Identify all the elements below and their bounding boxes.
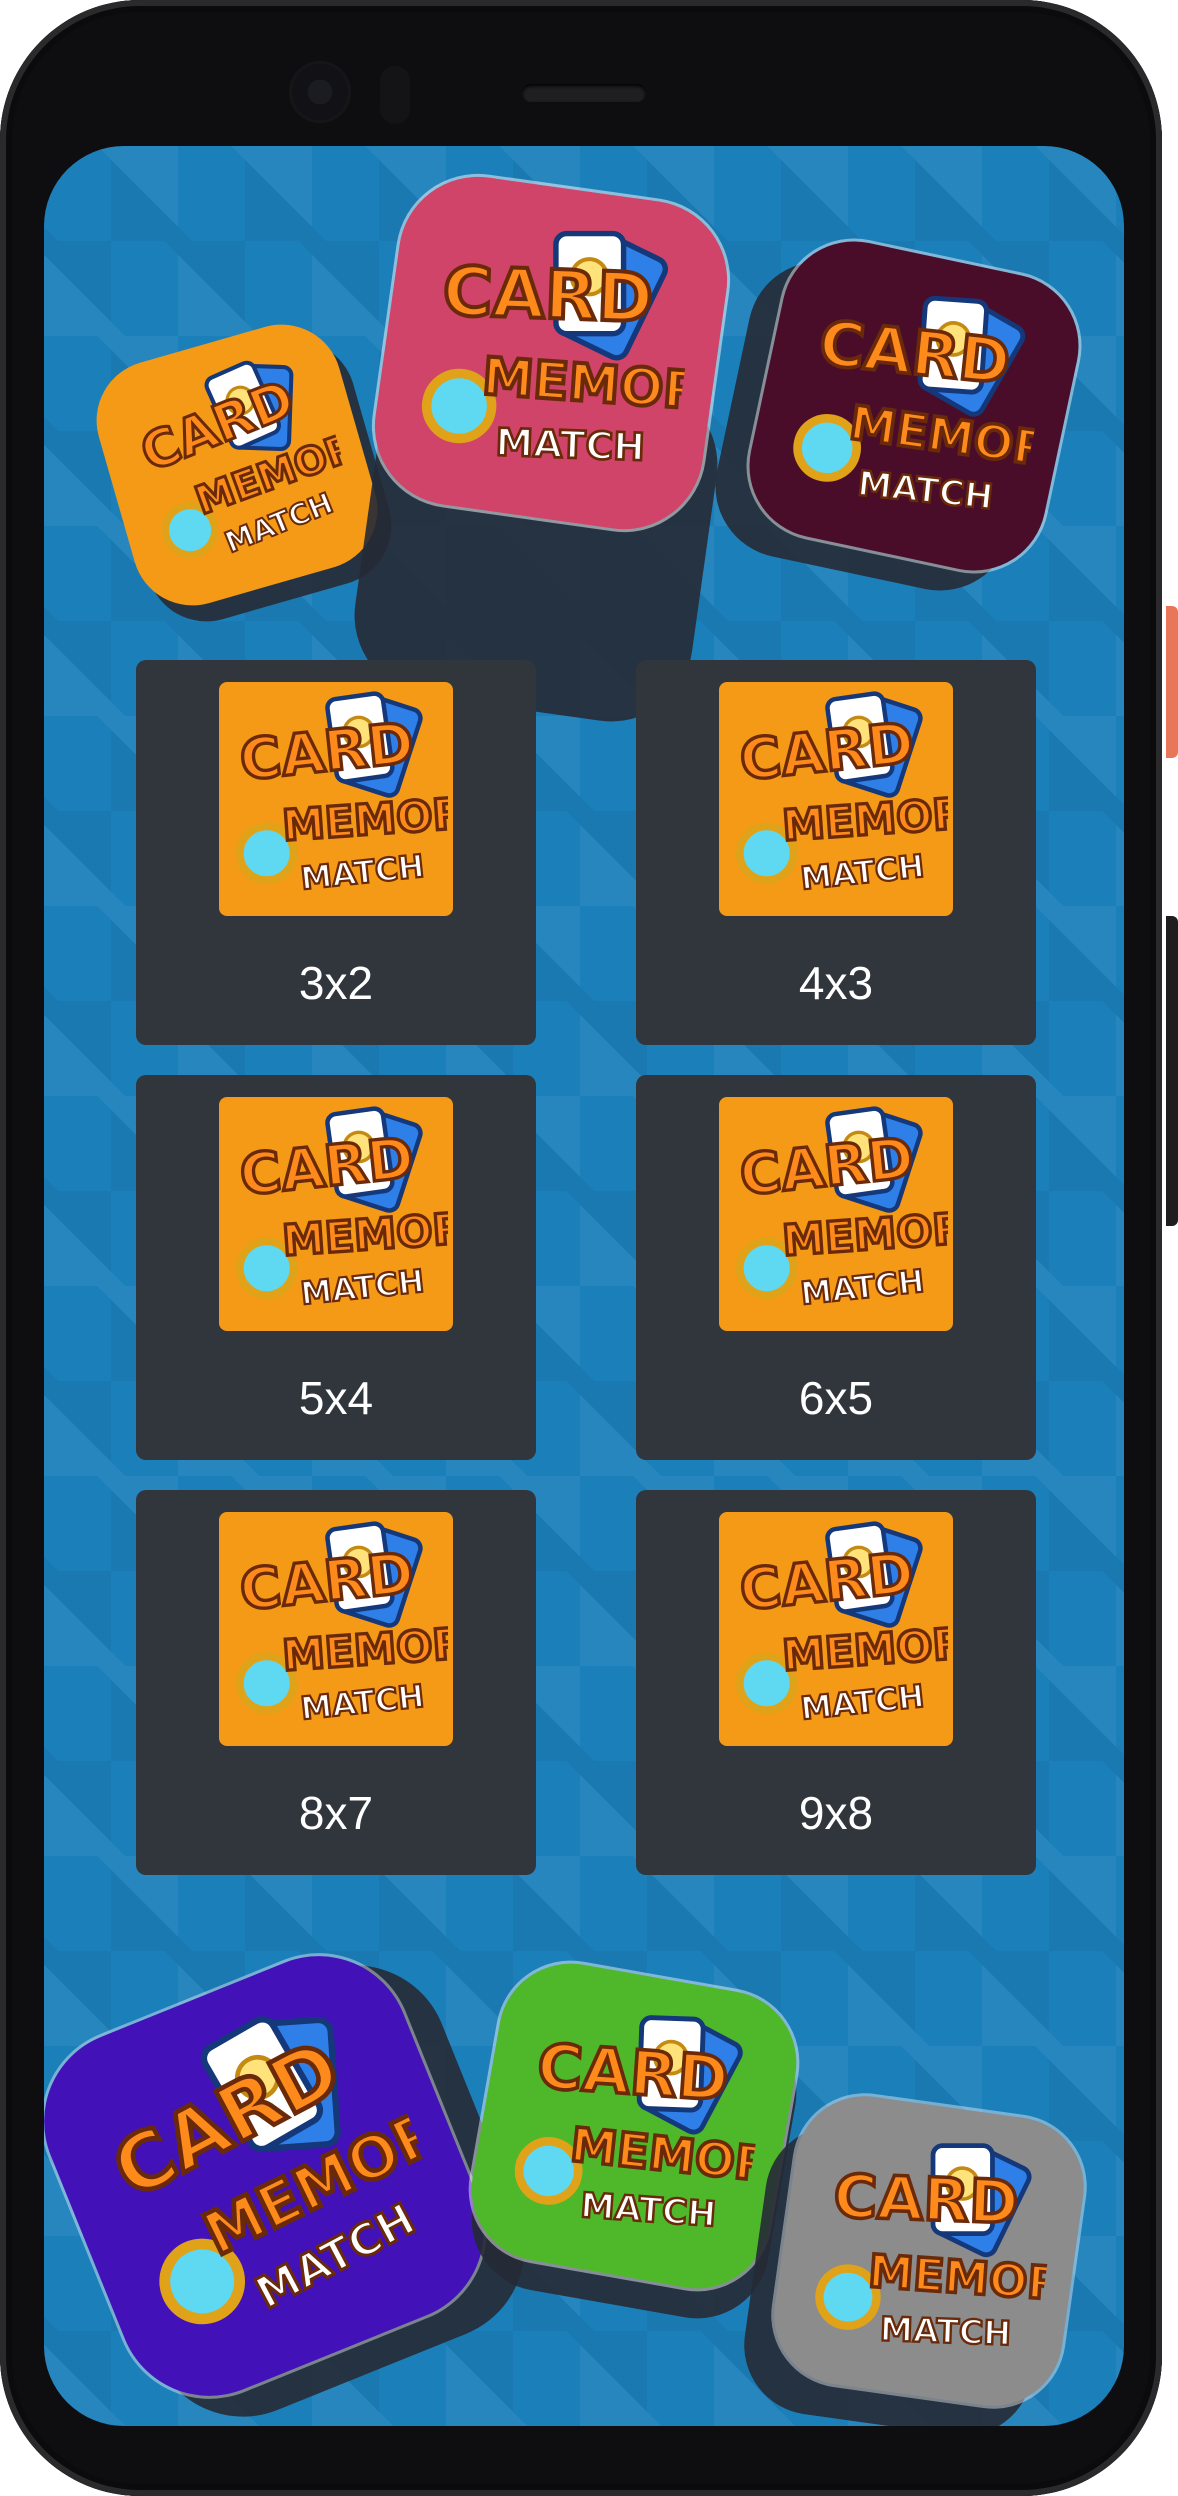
logo-word-match: MATCH bbox=[799, 848, 926, 897]
logo-word-card: CARD bbox=[833, 2163, 1020, 2238]
card-memory-match-logo: CARD MEMORY MATCH bbox=[97, 2016, 467, 2325]
level-label: 8x7 bbox=[298, 1787, 374, 1839]
logo-word-match: MATCH bbox=[879, 2310, 1012, 2354]
logo-word-match: MATCH bbox=[299, 1263, 426, 1312]
logo-word-memory: MEMORY bbox=[867, 2245, 1063, 2314]
logo-word-card: CARD bbox=[535, 2030, 731, 2115]
level-button-5x4[interactable]: CARD MEMORY MATCH 5x4 bbox=[136, 1075, 536, 1460]
level-thumbnail: CARD MEMORY MATCH bbox=[219, 1097, 453, 1331]
card-memory-match-logo: CARD MEMORY MATCH bbox=[235, 1521, 448, 1728]
logo-tile-pink: CARD MEMORY MATCH bbox=[364, 166, 738, 540]
logo-word-card: CARD bbox=[441, 251, 654, 337]
card-memory-match-logo: CARD MEMORY MATCH bbox=[815, 2143, 1063, 2354]
card-memory-match-logo: CARD MEMORY MATCH bbox=[735, 1521, 948, 1728]
logo-word-memory: MEMORY bbox=[780, 1201, 948, 1266]
level-thumbnail: CARD MEMORY MATCH bbox=[219, 682, 453, 916]
logo-tile-green: CARD MEMORY MATCH bbox=[460, 1952, 808, 2300]
logo-word-memory: MEMORY bbox=[280, 1616, 448, 1681]
card-memory-match-logo: CARD MEMORY MATCH bbox=[735, 1106, 948, 1313]
level-thumbnail: CARD MEMORY MATCH bbox=[719, 682, 953, 916]
level-label: 9x8 bbox=[798, 1787, 874, 1839]
level-button-9x8[interactable]: CARD MEMORY MATCH 9x8 bbox=[636, 1490, 1036, 1875]
earpiece-speaker bbox=[522, 84, 646, 102]
logo-word-match: MATCH bbox=[799, 1263, 926, 1312]
front-camera-icon bbox=[292, 64, 348, 120]
card-memory-match-logo: CARD MEMORY MATCH bbox=[514, 2015, 777, 2236]
card-memory-match-logo: CARD MEMORY MATCH bbox=[235, 1106, 448, 1313]
logo-word-match: MATCH bbox=[495, 420, 646, 469]
card-memory-match-logo: CARD MEMORY MATCH bbox=[235, 691, 448, 898]
logo-word-memory: MEMORY bbox=[568, 2119, 777, 2197]
level-button-4x3[interactable]: CARD MEMORY MATCH 4x3 bbox=[636, 660, 1036, 1045]
logo-tile-gray: CARD MEMORY MATCH bbox=[765, 2087, 1093, 2415]
card-memory-match-logo: CARD MEMORY MATCH bbox=[421, 230, 704, 470]
game-screen: CARD MEMORY MATCH CARD MEMORY MATCH CARD… bbox=[44, 146, 1124, 2426]
card-memory-match-logo: CARD MEMORY MATCH bbox=[735, 691, 948, 898]
logo-word-memory: MEMORY bbox=[480, 346, 704, 424]
phone-frame: CARD MEMORY MATCH CARD MEMORY MATCH CARD… bbox=[0, 0, 1162, 2496]
logo-word-memory: MEMORY bbox=[280, 1201, 448, 1266]
logo-word-match: MATCH bbox=[799, 1678, 926, 1727]
level-label: 4x3 bbox=[798, 957, 874, 1009]
level-label: 3x2 bbox=[298, 957, 374, 1009]
card-memory-match-logo: CARD MEMORY MATCH bbox=[793, 295, 1060, 519]
proximity-sensor bbox=[380, 66, 410, 124]
logo-tile-maroon: CARD MEMORY MATCH bbox=[736, 228, 1092, 584]
power-button[interactable] bbox=[1166, 606, 1178, 758]
logo-tile-purple: CARD MEMORY MATCH bbox=[44, 1928, 512, 2424]
level-button-8x7[interactable]: CARD MEMORY MATCH 8x7 bbox=[136, 1490, 536, 1875]
volume-button[interactable] bbox=[1166, 916, 1178, 1226]
level-button-6x5[interactable]: CARD MEMORY MATCH 6x5 bbox=[636, 1075, 1036, 1460]
card-memory-match-logo: CARD MEMORY MATCH bbox=[130, 360, 364, 560]
level-grid: CARD MEMORY MATCH 3x2 CARD MEMORY MATCH … bbox=[136, 660, 1036, 1875]
level-thumbnail: CARD MEMORY MATCH bbox=[719, 1097, 953, 1331]
logo-word-memory: MEMORY bbox=[280, 786, 448, 851]
logo-word-memory: MEMORY bbox=[780, 1616, 948, 1681]
level-thumbnail: CARD MEMORY MATCH bbox=[219, 1512, 453, 1746]
level-button-3x2[interactable]: CARD MEMORY MATCH 3x2 bbox=[136, 660, 536, 1045]
level-label: 6x5 bbox=[798, 1372, 874, 1424]
logo-word-memory: MEMORY bbox=[780, 786, 948, 851]
logo-word-match: MATCH bbox=[299, 848, 426, 897]
logo-word-match: MATCH bbox=[856, 464, 995, 518]
level-thumbnail: CARD MEMORY MATCH bbox=[719, 1512, 953, 1746]
logo-word-match: MATCH bbox=[299, 1678, 426, 1727]
level-label: 5x4 bbox=[298, 1372, 374, 1424]
logo-word-match: MATCH bbox=[579, 2186, 717, 2235]
